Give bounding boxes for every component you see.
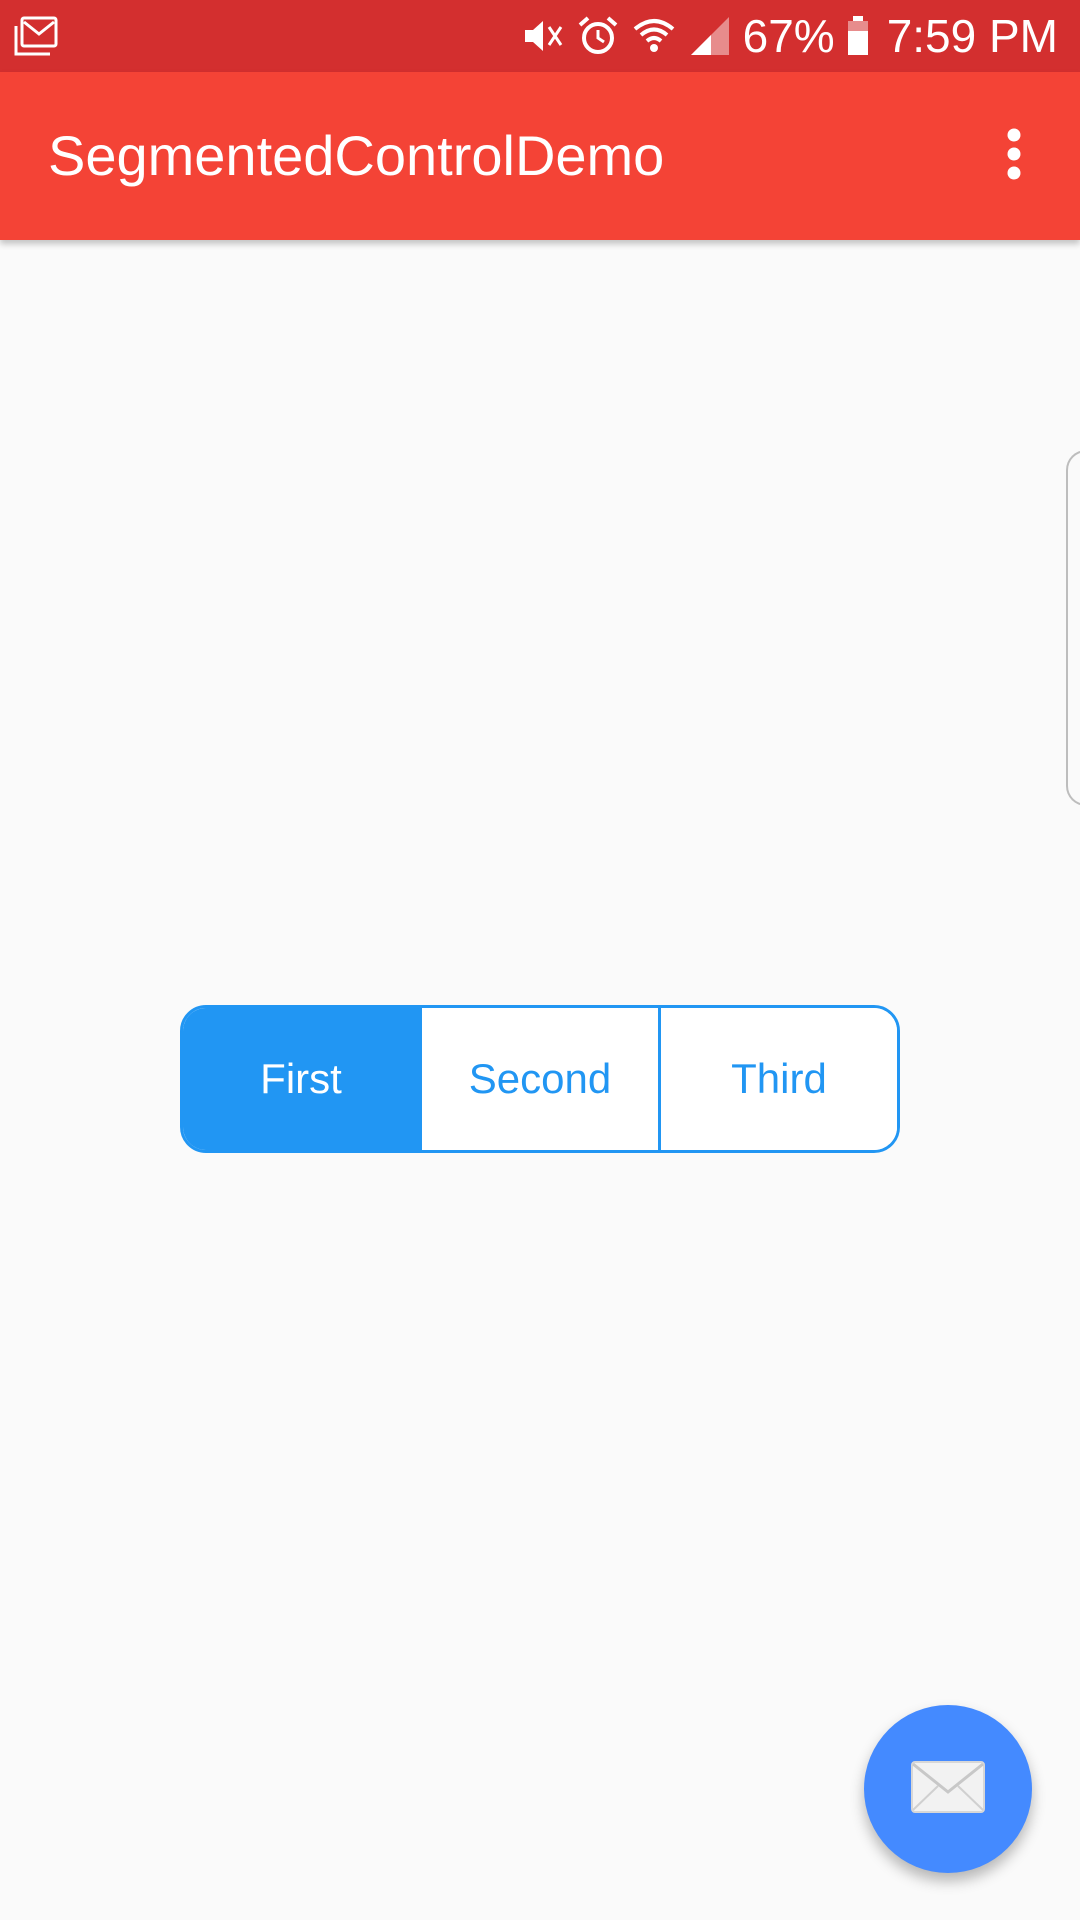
- battery-percent: 67%: [742, 10, 835, 62]
- fab-mail-button[interactable]: [864, 1705, 1032, 1873]
- battery-icon: [845, 13, 871, 59]
- wifi-icon: [631, 13, 677, 59]
- segment-first[interactable]: First: [183, 1008, 419, 1150]
- more-vert-icon: [1004, 128, 1024, 185]
- signal-icon: [687, 13, 733, 59]
- app-bar: SegmentedControlDemo: [0, 72, 1080, 240]
- app-title: SegmentedControlDemo: [48, 124, 665, 187]
- clock: 7:59 PM: [886, 10, 1058, 62]
- status-bar: 67% 7:59 PM: [0, 0, 1080, 72]
- mute-icon: [519, 13, 565, 59]
- segment-third[interactable]: Third: [658, 1008, 897, 1150]
- mail-icon: [910, 1760, 986, 1819]
- segmented-control: First Second Third: [180, 1005, 900, 1153]
- alarm-icon: [575, 13, 621, 59]
- segment-second[interactable]: Second: [419, 1008, 658, 1150]
- gmail-icon: [14, 16, 58, 56]
- overflow-menu-button[interactable]: [978, 120, 1050, 192]
- status-icons: 67% 7:59 PM: [519, 0, 1058, 72]
- edge-panel-handle[interactable]: [1066, 450, 1080, 806]
